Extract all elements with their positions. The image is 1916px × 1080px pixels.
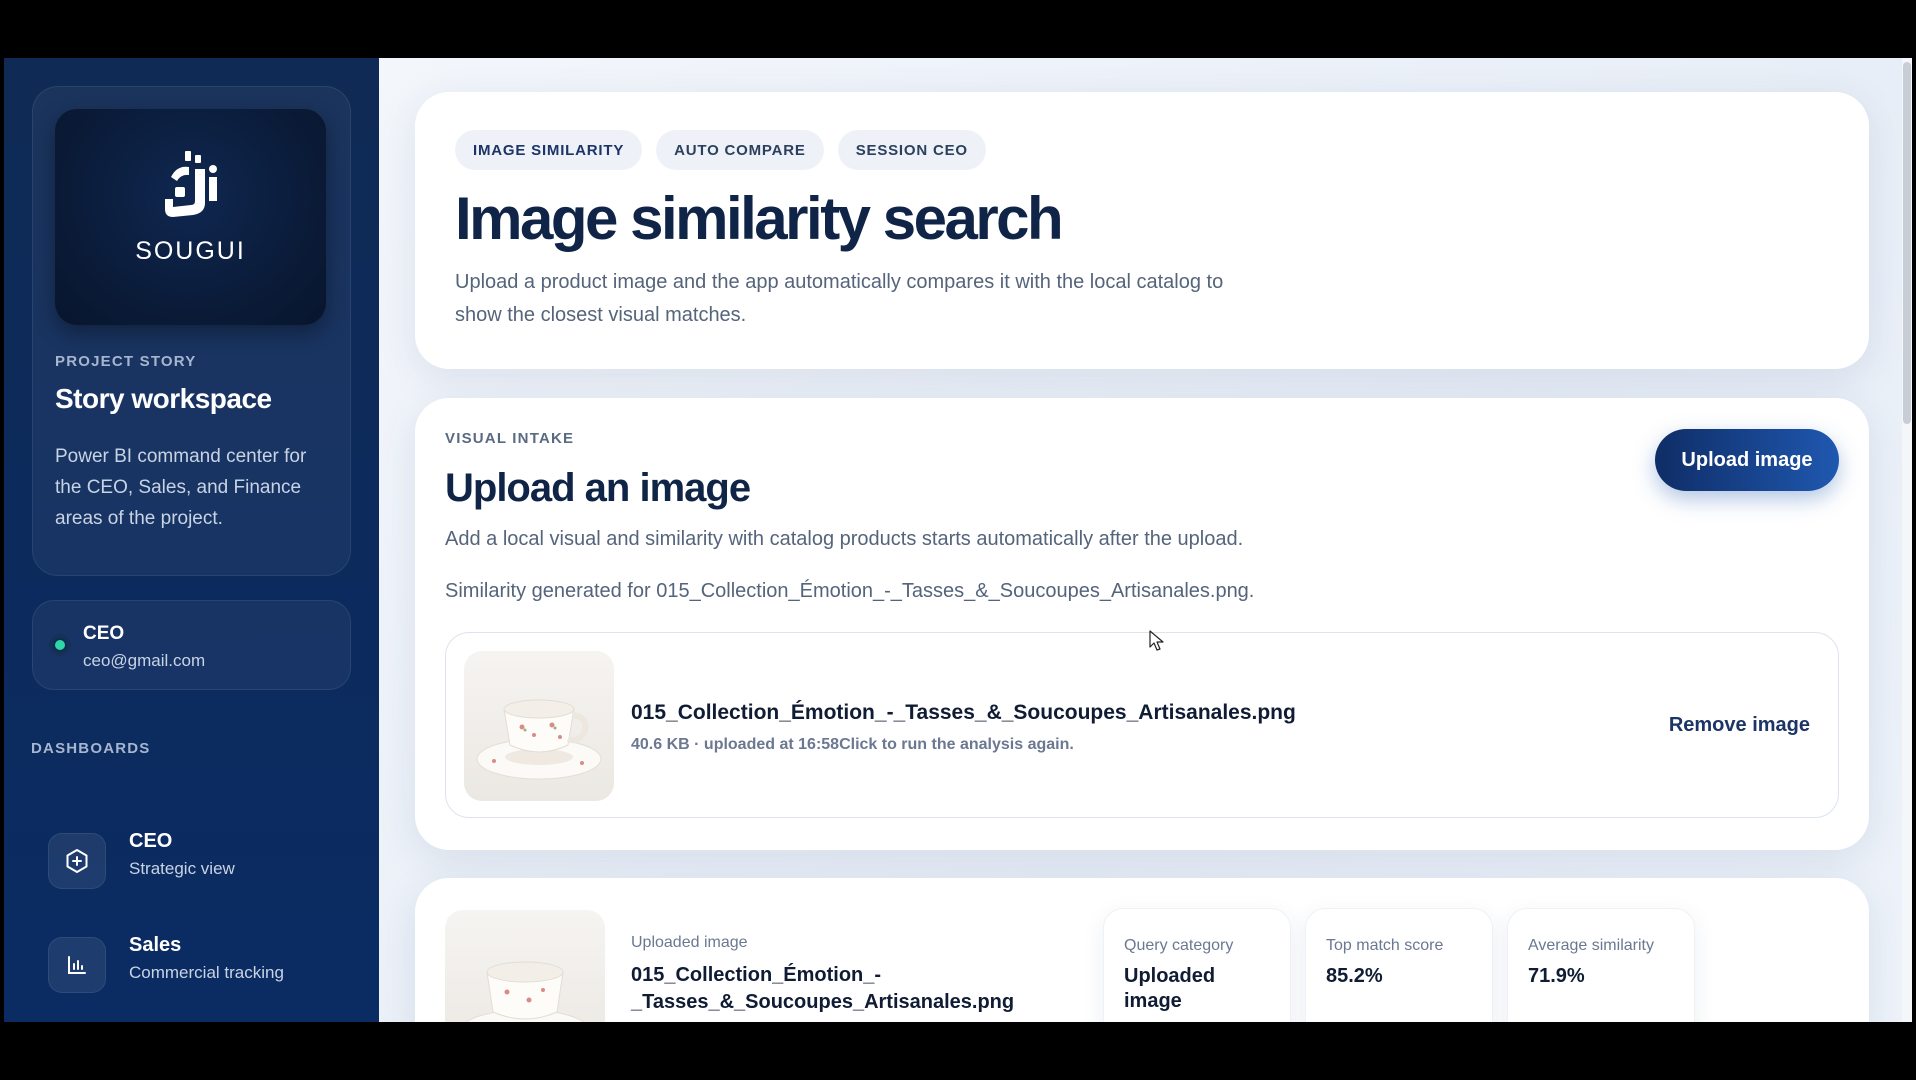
hero-card: IMAGE SIMILARITY AUTO COMPARE SESSION CE… [415,92,1869,369]
metric-average-similarity: Average similarity 71.9% [1507,908,1695,1022]
metric-label: Query category [1124,937,1234,954]
app-window: SOUGUI PROJECT STORY Story workspace Pow… [4,58,1912,1022]
section-eyebrow: VISUAL INTAKE [445,430,575,447]
result-thumbnail [445,910,605,1022]
status-indicator-icon [49,634,71,656]
sidebar: SOUGUI PROJECT STORY Story workspace Pow… [4,58,379,1022]
main-content: IMAGE SIMILARITY AUTO COMPARE SESSION CE… [379,58,1912,1022]
metric-query-category: Query category Uploaded image [1103,908,1291,1022]
brand-title: Story workspace [55,383,272,414]
metric-top-match-score: Top match score 85.2% [1305,908,1493,1022]
page-title: Image similarity search [455,185,1064,252]
nav-section-label: DASHBOARDS [31,740,151,757]
upload-image-button[interactable]: Upload image [1655,429,1839,491]
remove-image-button[interactable]: Remove image [1669,714,1810,737]
scrollbar-thumb[interactable] [1903,62,1911,424]
result-card: Uploaded image 015_Collection_Émotion_-_… [415,878,1869,1022]
chip-session: SESSION CEO [837,130,986,170]
brand-eyebrow: PROJECT STORY [55,353,197,370]
nav-item-title: CEO [129,830,173,852]
result-file-name: 015_Collection_Émotion_-_Tasses_&_Soucou… [631,964,1015,1013]
uploaded-file-card[interactable]: 015_Collection_Émotion_-_Tasses_&_Soucou… [445,632,1839,818]
mouse-cursor-icon [1149,630,1164,651]
hexagon-plus-icon [48,833,106,889]
user-card[interactable]: CEO ceo@gmail.com [32,600,351,690]
metric-label: Average similarity [1528,937,1654,954]
section-description: Add a local visual and similarity with c… [445,528,1244,550]
file-meta[interactable]: 40.6 KB · uploaded at 16:58Click to run … [631,736,1074,754]
page-description: Upload a product image and the app autom… [455,271,1224,326]
bar-chart-icon [48,937,106,993]
chip-image-similarity: IMAGE SIMILARITY [455,130,643,170]
logo-text: SOUGUI [135,237,246,265]
scrollbar[interactable] [1902,58,1912,1022]
file-name: 015_Collection_Émotion_-_Tasses_&_Soucou… [631,701,1296,724]
chip-auto-compare: AUTO COMPARE [656,130,824,170]
user-name: CEO [83,623,125,644]
nav-item-subtitle: Strategic view [129,859,235,878]
logo-mark-icon [165,151,217,217]
teacup-image [465,961,585,1022]
nav-item-sales[interactable]: Sales Commercial tracking [48,932,348,996]
section-title: Upload an image [445,466,751,510]
result-label: Uploaded image [631,934,748,951]
chip-row: IMAGE SIMILARITY AUTO COMPARE SESSION CE… [455,130,986,170]
metric-value: 85.2% [1326,965,1383,987]
metric-label: Top match score [1326,937,1444,954]
nav-item-ceo[interactable]: CEO Strategic view [48,828,348,892]
upload-card: VISUAL INTAKE Upload an image Add a loca… [415,398,1869,850]
brand-description: Power BI command center for the CEO, Sal… [55,446,307,529]
brand-card: SOUGUI PROJECT STORY Story workspace Pow… [32,86,351,576]
status-message: Similarity generated for 015_Collection_… [445,580,1255,602]
logo: SOUGUI [55,109,326,325]
metric-value: Uploaded image [1124,965,1216,1012]
teacup-image [476,699,602,780]
nav-item-title: Sales [129,934,182,956]
user-email: ceo@gmail.com [83,651,206,670]
file-thumbnail [464,651,614,801]
metric-value: 71.9% [1528,965,1585,987]
nav-item-subtitle: Commercial tracking [129,963,284,982]
